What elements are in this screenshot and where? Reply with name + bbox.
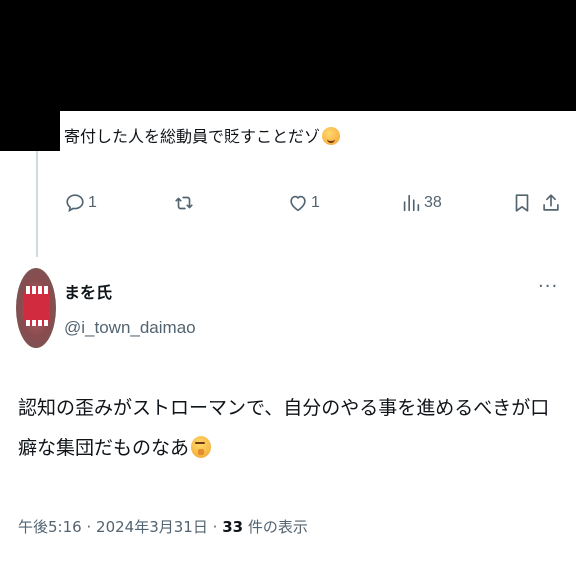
meta-separator-1: · bbox=[86, 518, 92, 536]
reply-count: 1 bbox=[88, 194, 97, 211]
like-button[interactable]: 1 bbox=[287, 188, 320, 218]
share-button[interactable] bbox=[540, 188, 562, 218]
thinking-face-emoji bbox=[191, 436, 212, 458]
avatar-teeth-bottom bbox=[26, 320, 48, 326]
reply-button[interactable]: 1 bbox=[64, 188, 97, 218]
reply-icon bbox=[66, 194, 84, 213]
black-overlay-left bbox=[0, 111, 60, 151]
bookmark-icon bbox=[515, 194, 529, 212]
previous-tweet-text: 寄付した人を総動員で貶すことだゾ bbox=[64, 124, 341, 150]
previous-tweet-text-content: 寄付した人を総動員で貶すことだゾ bbox=[64, 127, 321, 146]
repost-button[interactable] bbox=[173, 188, 197, 218]
meta-separator-2: · bbox=[212, 518, 218, 536]
black-overlay-top bbox=[0, 0, 576, 111]
views-label: 件の表示 bbox=[247, 518, 308, 536]
views-button[interactable]: 38 bbox=[400, 188, 442, 218]
analytics-icon bbox=[403, 194, 420, 212]
tweet-date[interactable]: 2024年3月31日 bbox=[96, 518, 208, 536]
tweet-text-content: 認知の歪みがストローマンで、自分のやる事を進めるべきが口癖な集団だものなあ bbox=[18, 397, 550, 459]
avatar[interactable] bbox=[16, 268, 56, 348]
more-options-icon[interactable]: ··· bbox=[538, 276, 558, 297]
views-count: 38 bbox=[424, 194, 442, 211]
tweet-meta: 午後5:16 · 2024年3月31日 · 33 件の表示 bbox=[18, 516, 308, 537]
display-name[interactable]: まを氏 bbox=[64, 279, 112, 303]
share-icon bbox=[543, 194, 559, 211]
repost-icon bbox=[175, 196, 193, 210]
views-number: 33 bbox=[222, 518, 244, 536]
bookmark-button[interactable] bbox=[511, 188, 533, 218]
avatar-teeth-top bbox=[26, 286, 48, 294]
user-handle[interactable]: @i_town_daimao bbox=[64, 318, 196, 338]
heart-icon bbox=[290, 195, 306, 212]
tweet-time[interactable]: 午後5:16 bbox=[18, 518, 82, 536]
like-count: 1 bbox=[311, 194, 320, 211]
hugging-face-emoji bbox=[322, 127, 341, 145]
previous-tweet-action-bar: 1 1 38 bbox=[0, 188, 576, 218]
tweet-text: 認知の歪みがストローマンで、自分のやる事を進めるべきが口癖な集団だものなあ bbox=[18, 388, 566, 468]
